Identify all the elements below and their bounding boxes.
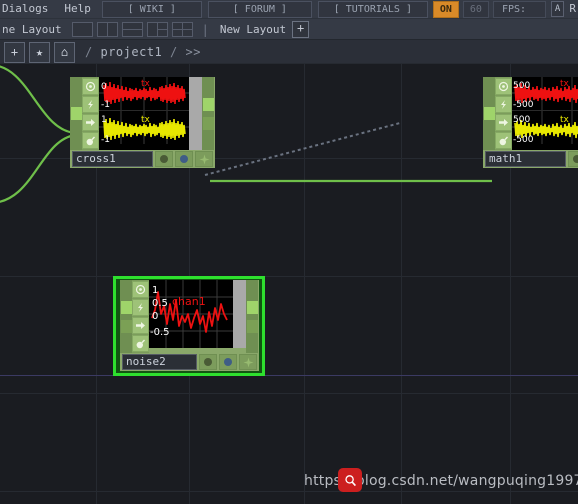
layout-preset-quad[interactable]	[171, 22, 193, 37]
wire-input-lower	[0, 133, 77, 203]
render-flag[interactable]	[175, 151, 193, 167]
viewer-icon[interactable]	[82, 78, 99, 95]
template-flag[interactable]	[195, 151, 213, 167]
node-footer: math1	[483, 150, 578, 168]
export-icon[interactable]	[82, 114, 99, 131]
waveform-yellow: tx 500 -500	[512, 111, 578, 144]
application-window: Dialogs Help [ WIKI ] [ FORUM ] [ TUTORI…	[0, 0, 578, 504]
input-port-column[interactable]	[483, 77, 495, 150]
node-footer: cross1	[70, 150, 215, 168]
output-port-column[interactable]	[202, 77, 214, 150]
cook-icon[interactable]	[82, 132, 99, 149]
render-flag-dot	[180, 155, 188, 163]
home-icon[interactable]: ⌂	[54, 41, 75, 63]
alert-icon[interactable]: A	[550, 1, 565, 17]
menu-right-text: R	[569, 2, 576, 15]
node-math1[interactable]: tx 500 -500 tx 500 -500 math1	[483, 77, 578, 168]
display-flag-dot	[573, 155, 578, 163]
bookmark-star-icon[interactable]: ★	[29, 41, 50, 63]
csdn-logo-glyph	[344, 474, 356, 486]
input-port[interactable]	[70, 107, 82, 120]
waveform-red: tx 500 -500	[512, 77, 578, 110]
waveform-yellow: tx 1 -1	[99, 111, 189, 144]
add-node-button[interactable]: +	[4, 41, 25, 63]
node-name-field[interactable]: math1	[485, 151, 566, 167]
export-icon[interactable]	[495, 114, 512, 131]
breadcrumb-root: /	[85, 45, 93, 59]
layout-preset-two-row[interactable]	[121, 22, 143, 37]
breadcrumb-project[interactable]: project1	[100, 45, 162, 59]
viewport-axis-label: -500	[513, 135, 534, 144]
layout-preset-three[interactable]	[146, 22, 168, 37]
link-wiki[interactable]: [ WIKI ]	[101, 0, 202, 18]
viewport-channel-label: tx	[560, 115, 570, 125]
menu-item-dialogs[interactable]: Dialogs	[0, 0, 56, 18]
network-canvas[interactable]: tx 0 -1 tx 1 -1 cross1 tx 500 -500 tx 50…	[0, 63, 578, 504]
display-flag[interactable]	[568, 151, 578, 167]
breadcrumb-bar: + ★ ⌂ / project1 / >>	[0, 39, 578, 65]
node-viewport[interactable]: tx 500 -500 tx 500 -500	[512, 77, 578, 150]
node-body: tx 500 -500 tx 500 -500	[483, 77, 578, 150]
viewport-axis-label: 1	[101, 115, 107, 125]
breadcrumb-more[interactable]: >>	[185, 45, 200, 59]
layout-separator: |	[201, 22, 209, 37]
output-port[interactable]	[202, 97, 214, 111]
activate-icon[interactable]	[495, 96, 512, 113]
menu-item-help[interactable]: Help	[56, 0, 99, 18]
viewport-channel-label: tx	[141, 79, 151, 89]
node-name-field[interactable]: cross1	[72, 151, 153, 167]
viewport-axis-label: 500	[513, 81, 530, 91]
viewport-channel-yellow: tx 500 -500	[512, 111, 578, 144]
display-flag[interactable]	[155, 151, 173, 167]
viewport-channel-red: tx 500 -500	[512, 77, 578, 111]
viewport-channel-label: tx	[141, 115, 151, 125]
link-forum[interactable]: [ FORUM ]	[207, 0, 312, 18]
breadcrumb-sep: /	[170, 45, 178, 59]
input-port[interactable]	[483, 107, 495, 120]
layout-preset-two-col[interactable]	[96, 22, 118, 37]
waveform-red: tx 0 -1	[99, 77, 189, 110]
viewport-channel-red: tx 0 -1	[99, 77, 189, 111]
template-flag-icon	[199, 154, 209, 164]
node-viewport[interactable]: tx 0 -1 tx 1 -1	[99, 77, 189, 150]
menu-bar: Dialogs Help [ WIKI ] [ FORUM ] [ TUTORI…	[0, 0, 578, 18]
new-layout-plus-button[interactable]: +	[292, 21, 310, 38]
viewer-icon[interactable]	[495, 78, 512, 95]
breadcrumb[interactable]: / project1 / >>	[85, 45, 201, 59]
viewport-axis-label: 0	[101, 82, 107, 92]
viewport-axis-label: 500	[513, 115, 530, 125]
csdn-logo	[338, 468, 362, 492]
new-layout-label: New Layout	[219, 23, 287, 36]
viewport-scrollbar[interactable]	[189, 77, 202, 150]
link-tutorials[interactable]: [ TUTORIALS ]	[317, 0, 428, 18]
fps-indicator: FPS: 60	[492, 0, 546, 18]
node-button-column	[495, 77, 512, 150]
wire-input-upper	[0, 65, 77, 135]
layout-preset-single[interactable]	[71, 22, 93, 37]
performance-value: 60	[462, 0, 489, 18]
cook-icon[interactable]	[495, 132, 512, 149]
viewport-channel-yellow: tx 1 -1	[99, 111, 189, 144]
viewport-channel-label: tx	[560, 79, 570, 89]
node-body: tx 0 -1 tx 1 -1	[70, 77, 215, 150]
node-cross1[interactable]: tx 0 -1 tx 1 -1 cross1	[70, 77, 215, 168]
viewport-axis-label: -1	[101, 100, 110, 110]
layout-bar-label: ne Layout	[2, 23, 62, 36]
viewport-axis-label: -500	[513, 100, 534, 110]
input-port-column[interactable]	[70, 77, 82, 150]
node-button-column	[82, 77, 99, 150]
display-flag-dot	[160, 155, 168, 163]
output-port-secondary[interactable]	[202, 116, 214, 130]
activate-icon[interactable]	[82, 96, 99, 113]
viewport-axis-label: -1	[101, 135, 110, 144]
performance-toggle-button[interactable]: ON	[432, 0, 459, 18]
node-noise2-selection-ring	[113, 276, 265, 376]
wire-dotted-reference	[204, 122, 401, 176]
layout-bar: ne Layout | New Layout +	[0, 18, 578, 40]
